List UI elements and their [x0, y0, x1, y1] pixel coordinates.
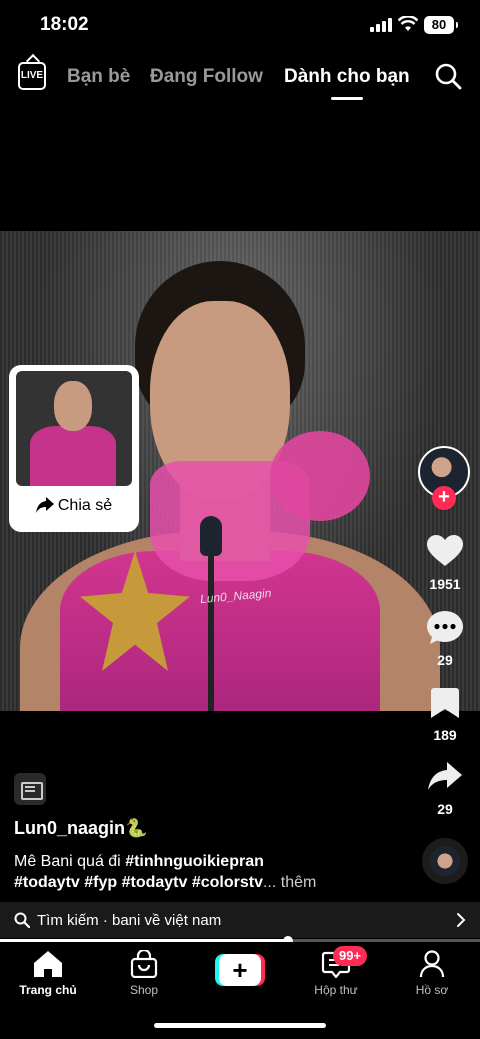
cellular-signal-icon [370, 18, 392, 32]
nav-home-label: Trang chủ [19, 983, 77, 997]
share-card[interactable]: Chia sẻ [9, 365, 139, 532]
comment-icon [427, 611, 463, 644]
nav-shop-label: Shop [129, 983, 159, 997]
battery-icon: 80 [424, 16, 458, 34]
related-search-bar[interactable]: Tìm kiếm · bani về việt nam [0, 902, 480, 938]
comment-button[interactable]: 29 [418, 611, 472, 668]
like-button[interactable]: 1951 [418, 535, 472, 592]
share-count: 29 [437, 801, 453, 817]
thumbnail-dress [30, 426, 116, 486]
share-thumbnail [16, 371, 132, 486]
nav-profile-label: Hồ sơ [415, 983, 449, 997]
tab-following[interactable]: Đang Follow [150, 66, 263, 88]
nav-home[interactable]: Trang chủ [0, 950, 96, 997]
hashtag-line-1[interactable]: #tinhnguoikiepran [125, 853, 264, 870]
share-button[interactable]: Chia sẻ [9, 497, 139, 515]
creator-avatar[interactable]: + [418, 446, 472, 510]
like-count: 1951 [429, 576, 461, 592]
nav-inbox-label: Hộp thư [314, 983, 358, 997]
plus-icon: + [219, 954, 261, 986]
heart-icon [427, 535, 463, 566]
home-icon [34, 951, 62, 977]
bookmark-icon [431, 688, 459, 718]
closed-captions-icon[interactable] [14, 773, 46, 805]
chevron-right-icon [457, 913, 466, 927]
share-arrow-icon [35, 497, 54, 513]
hashtag-line-2[interactable]: #todaytv #fyp #todaytv #colorstv [14, 874, 263, 891]
wifi-icon [398, 16, 418, 31]
share-icon [428, 762, 462, 790]
follow-plus-icon[interactable]: + [432, 486, 456, 510]
nav-profile[interactable]: Hồ sơ [384, 950, 480, 997]
related-search-text: Tìm kiếm · bani về việt nam [37, 912, 222, 929]
search-icon[interactable] [434, 62, 462, 90]
caption-more-link[interactable]: ... thêm [263, 874, 316, 891]
profile-icon [419, 950, 445, 978]
music-disc-icon[interactable] [422, 838, 468, 884]
search-small-icon [14, 912, 30, 928]
tab-friends[interactable]: Bạn bè [67, 66, 130, 88]
status-bar: 18:02 80 [0, 0, 480, 52]
music-disc-cover [430, 846, 460, 876]
share-button-rail[interactable]: 29 [418, 762, 472, 817]
video-microphone [200, 516, 222, 556]
post-caption: Mê Bani quá đi #tinhnguoikiepran #todayt… [14, 851, 414, 893]
video-dress-ruffle [270, 431, 370, 521]
tab-for-you[interactable]: Dành cho bạn [284, 66, 410, 100]
video-mic-stand [208, 551, 214, 711]
share-label: Chia sẻ [57, 497, 113, 514]
comment-count: 29 [437, 652, 453, 668]
home-indicator [154, 1023, 326, 1028]
create-button[interactable]: + [215, 954, 265, 986]
top-tabs: LIVE Bạn bè Đang Follow Dành cho bạn [0, 58, 480, 100]
thumbnail-face [54, 381, 92, 431]
bottom-nav: Trang chủ Shop + Hộp thư 99+ Hồ sơ [0, 942, 480, 1039]
inbox-badge: 99+ [333, 946, 368, 966]
caption-text: Mê Bani quá đi [14, 853, 121, 870]
live-icon[interactable]: LIVE [18, 62, 46, 90]
shopping-bag-icon [130, 950, 158, 978]
save-count: 189 [433, 727, 457, 743]
creator-username[interactable]: Lun0_naagin🐍 [14, 818, 147, 839]
nav-shop[interactable]: Shop [96, 950, 192, 997]
status-time: 18:02 [40, 14, 89, 35]
bookmark-button[interactable]: 189 [418, 688, 472, 743]
